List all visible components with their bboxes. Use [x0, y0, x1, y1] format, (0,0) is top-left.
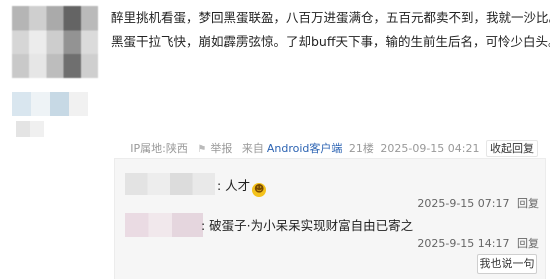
report-label: 举报 — [210, 142, 233, 155]
author-sidebar — [0, 0, 100, 278]
reply-time: 2025-9-15 14:17 — [417, 237, 510, 250]
report-link[interactable]: ⚑ 举报 — [194, 142, 232, 155]
reply-text: : 破蛋子·为小呆呆实现财富自由已寄之 — [201, 215, 413, 234]
doge-emoji-icon: ☻ — [252, 183, 267, 197]
client-prefix: 来自 — [241, 142, 264, 155]
author-avatar[interactable] — [12, 6, 98, 78]
reply-meta: 2025-9-15 14:17 回复 — [417, 235, 539, 251]
reply-content: : 破蛋子·为小呆呆实现财富自由已寄之 — [201, 218, 414, 233]
reply-user-blurred[interactable] — [125, 213, 203, 237]
post-datetime: 2025-09-15 04:21 — [380, 142, 480, 155]
say-something-button[interactable]: 我也说一句 — [477, 254, 537, 274]
floor-number: 21楼 — [348, 142, 374, 155]
ip-location: IP属地:陕西 — [130, 142, 188, 155]
report-icon: ⚑ — [197, 144, 207, 155]
post-meta: IP属地:陕西 ⚑ 举报 来自 Android客户端 21楼 2025-09-15 … — [111, 140, 538, 157]
client-link[interactable]: Android客户端 — [267, 142, 343, 155]
reply-button[interactable]: 回复 — [517, 237, 539, 250]
reply-user-blurred[interactable] — [125, 173, 215, 195]
author-badge — [12, 92, 88, 116]
collapse-replies-button[interactable]: 收起回复 — [486, 140, 538, 157]
post-line: 醉里挑机看蛋，梦回黑蛋联盈，八百万进蛋满仓，五百元都卖不到，我就一沙比。 — [111, 10, 550, 25]
post-line: 黑蛋干拉飞快，崩如霹雳弦惊。了却buff天下事，输的生前生后名，可怜少白头。 — [111, 34, 550, 49]
reply-item: : 人才 ☻ 2025-9-15 07:17 回复 — [125, 169, 539, 213]
client-source: 来自 Android客户端 — [239, 142, 343, 155]
replies-panel: : 人才 ☻ 2025-9-15 07:17 回复 : 破蛋子·为小呆呆实现财富自… — [114, 158, 546, 279]
reply-item: : 破蛋子·为小呆呆实现财富自由已寄之 2025-9-15 14:17 回复 — [125, 209, 539, 253]
post-content: 醉里挑机看蛋，梦回黑蛋联盈，八百万进蛋满仓，五百元都卖不到，我就一沙比。 黑蛋干… — [111, 6, 550, 54]
reply-content: : 人才 — [217, 178, 251, 193]
reply-text: : 人才 ☻ — [217, 175, 267, 197]
author-level — [16, 121, 44, 137]
